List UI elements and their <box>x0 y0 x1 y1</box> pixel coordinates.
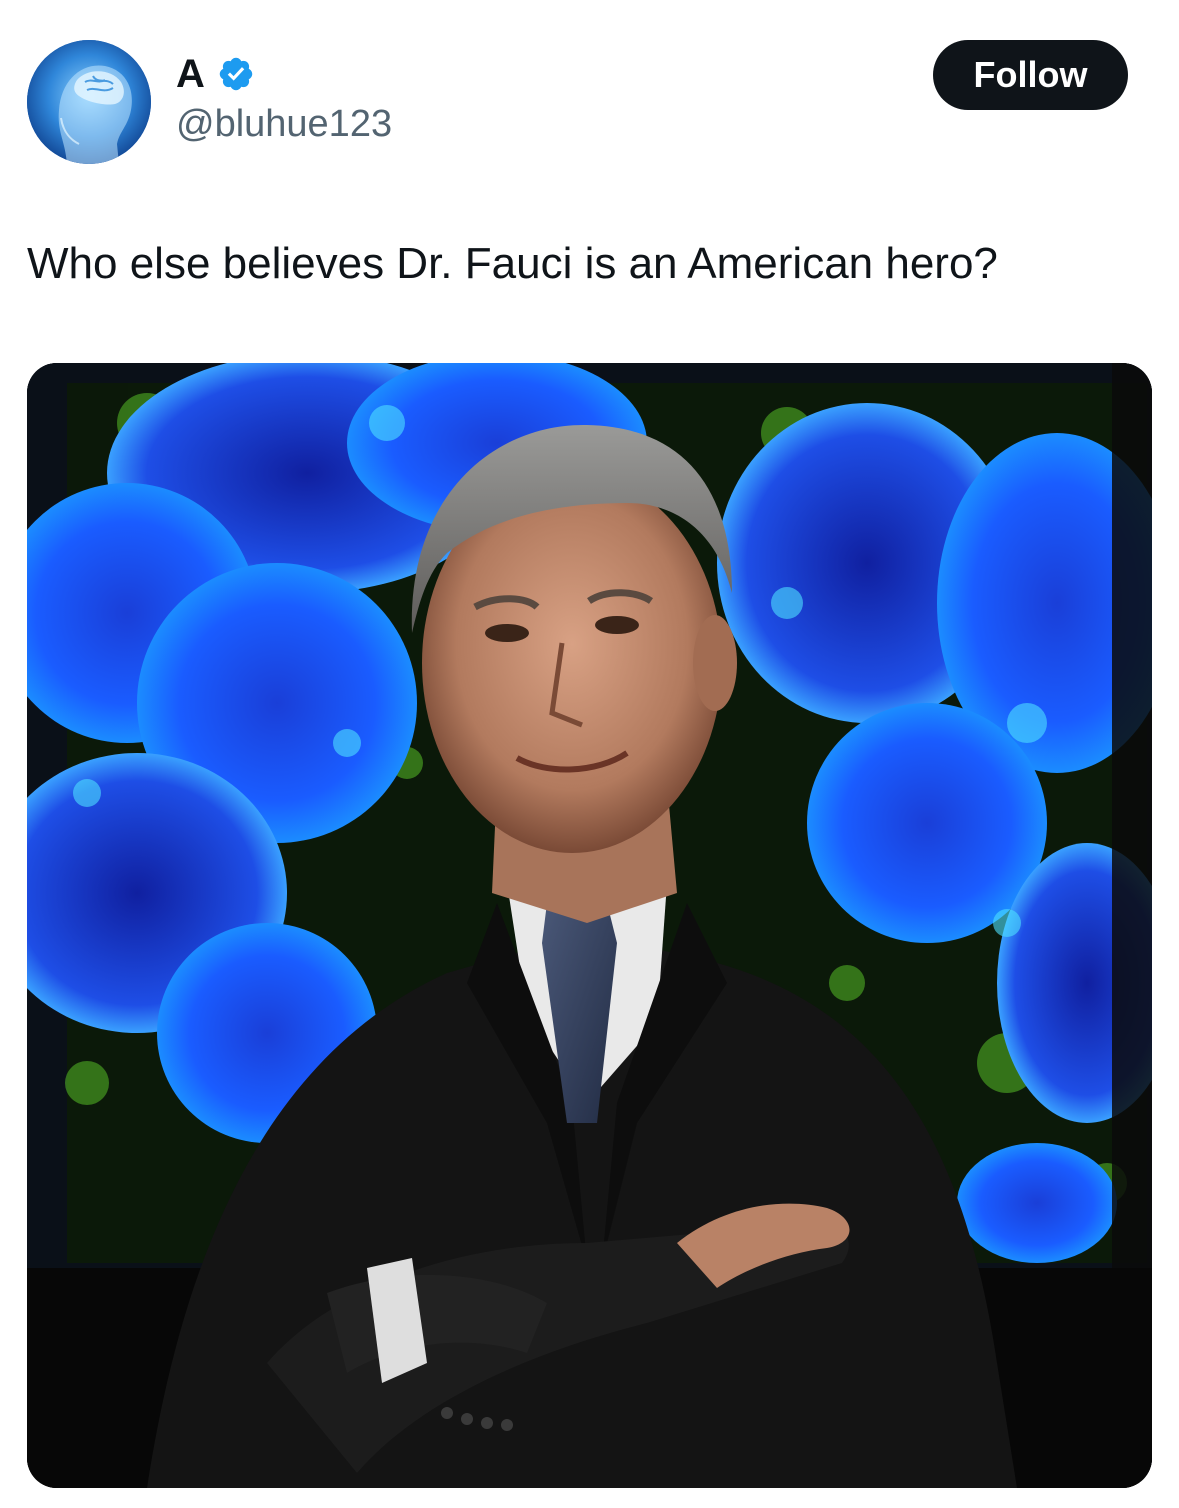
brain-head-icon <box>27 40 151 164</box>
author-name-row: A <box>176 50 255 98</box>
tweet-photo[interactable] <box>27 363 1152 1488</box>
author-handle[interactable]: @bluhue123 <box>176 100 392 148</box>
follow-button[interactable]: Follow <box>933 40 1128 110</box>
verified-badge-icon[interactable] <box>217 55 255 93</box>
author-display-name[interactable]: A <box>176 50 205 98</box>
tweet-photo-image <box>27 363 1152 1488</box>
tweet-card: A @bluhue123 Follow Who else believes Dr… <box>0 0 1179 1508</box>
tweet-text: Who else believes Dr. Fauci is an Americ… <box>27 239 998 288</box>
author-avatar[interactable] <box>27 40 151 164</box>
